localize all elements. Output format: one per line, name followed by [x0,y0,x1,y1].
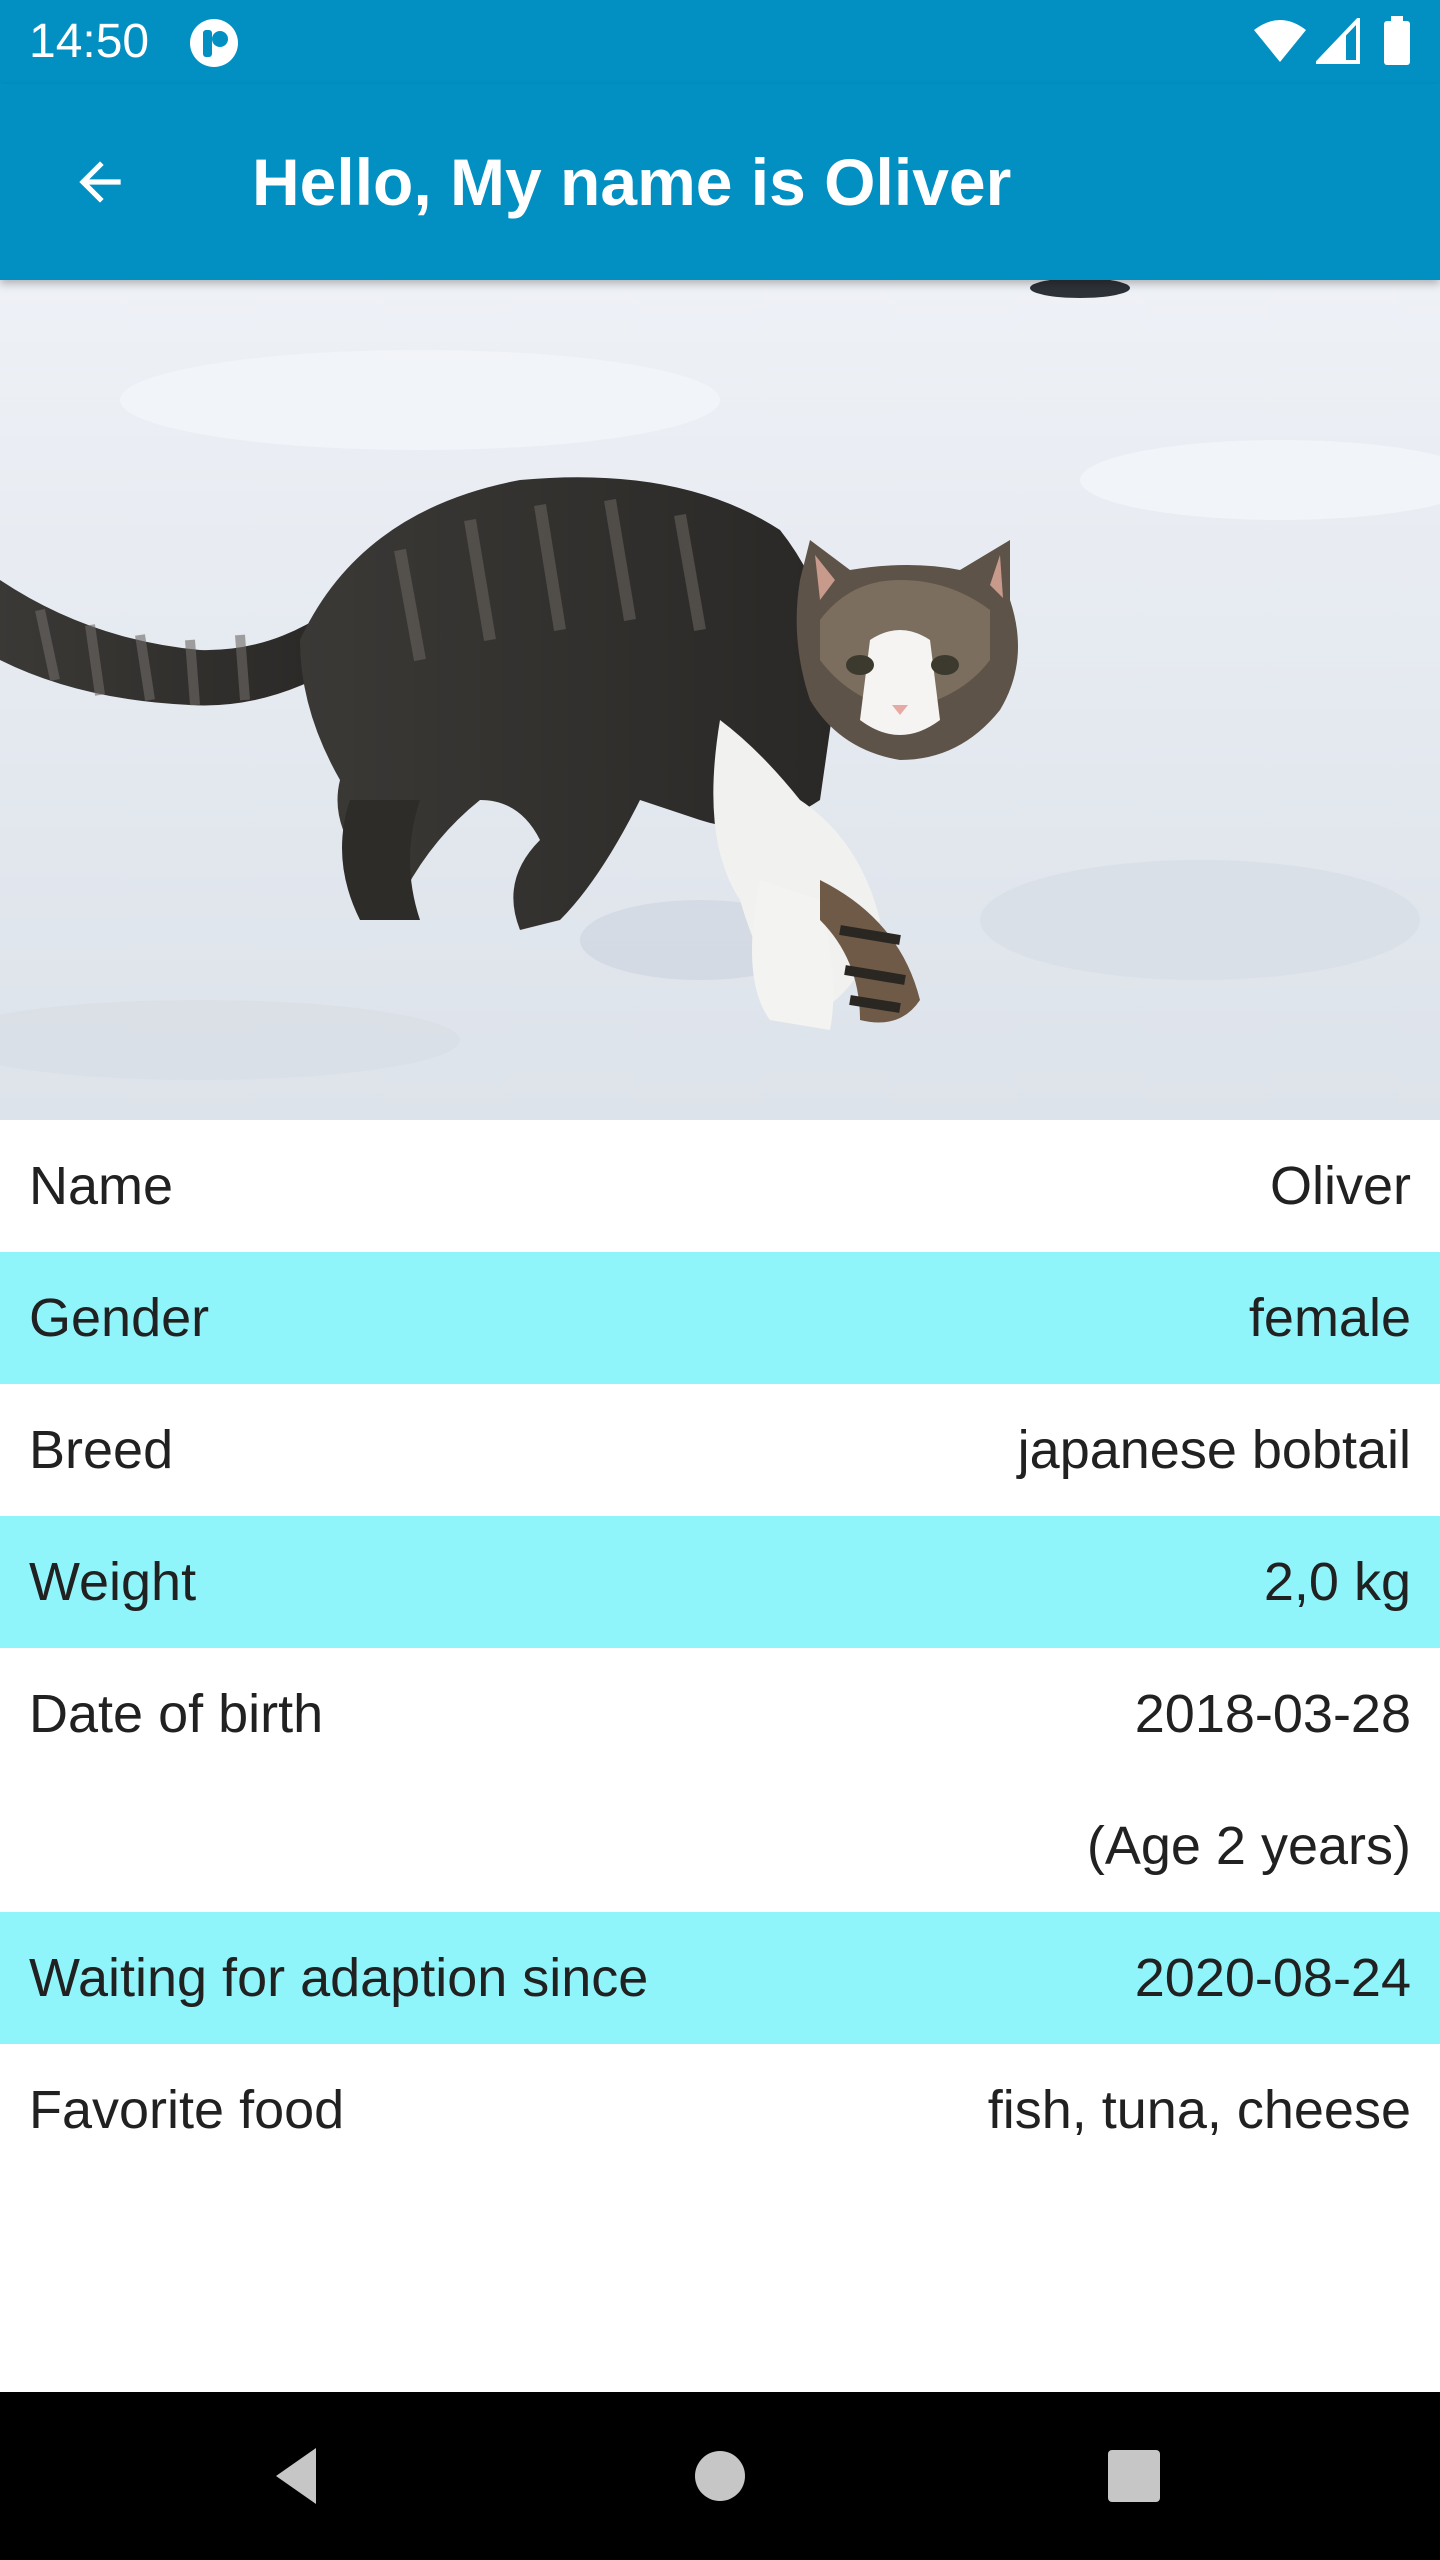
detail-label: Gender [29,1288,210,1348]
detail-value: japanese bobtail [1017,1420,1411,1480]
system-nav-bar [0,2392,1440,2560]
detail-label: Breed [29,1420,174,1480]
wifi-icon [1254,20,1306,62]
detail-row-breed: Breed japanese bobtail [0,1384,1440,1516]
back-button[interactable] [58,140,142,224]
detail-value: 2020-08-24 [1134,1948,1411,2008]
detail-row-waiting-since: Waiting for adaption since 2020-08-24 [0,1912,1440,2044]
cell-signal-icon [1316,18,1360,64]
status-time: 14:50 [29,15,150,68]
detail-row-gender: Gender female [0,1252,1440,1384]
nav-back-icon[interactable] [258,2434,342,2518]
detail-row-age: (Age 2 years) [0,1780,1440,1912]
detail-row-weight: Weight 2,0 kg [0,1516,1440,1648]
status-bar: 14:50 [0,0,1440,84]
battery-icon [1384,16,1410,65]
nav-recents-icon[interactable] [1092,2434,1176,2518]
detail-value: female [1248,1288,1411,1348]
detail-row-date-of-birth: Date of birth 2018-03-28 [0,1648,1440,1780]
cat-photo [0,280,1440,1120]
app-bar: Hello, My name is Oliver [0,84,1440,280]
detail-row-name: Name Oliver [0,1120,1440,1252]
detail-label: Date of birth [29,1684,324,1744]
detail-row-favorite-food: Favorite food fish, tuna, cheese [0,2044,1440,2176]
detail-label: Favorite food [29,2080,345,2140]
arrow-back-icon [79,161,121,203]
detail-value: Oliver [1269,1156,1411,1216]
page-title: Hello, My name is Oliver [252,145,1012,219]
detail-label: Waiting for adaption since [29,1948,649,2008]
pet-details: Name Oliver Gender female Breed japanese… [0,1120,1440,2176]
nav-home-icon[interactable] [678,2434,762,2518]
detail-value: 2018-03-28 [1134,1684,1411,1744]
detail-value: (Age 2 years) [1086,1816,1411,1876]
detail-value: 2,0 kg [1263,1552,1411,1612]
app-notification-icon [190,19,238,67]
detail-label: Weight [29,1552,197,1612]
detail-value: fish, tuna, cheese [987,2080,1411,2140]
detail-label: Name [29,1156,174,1216]
